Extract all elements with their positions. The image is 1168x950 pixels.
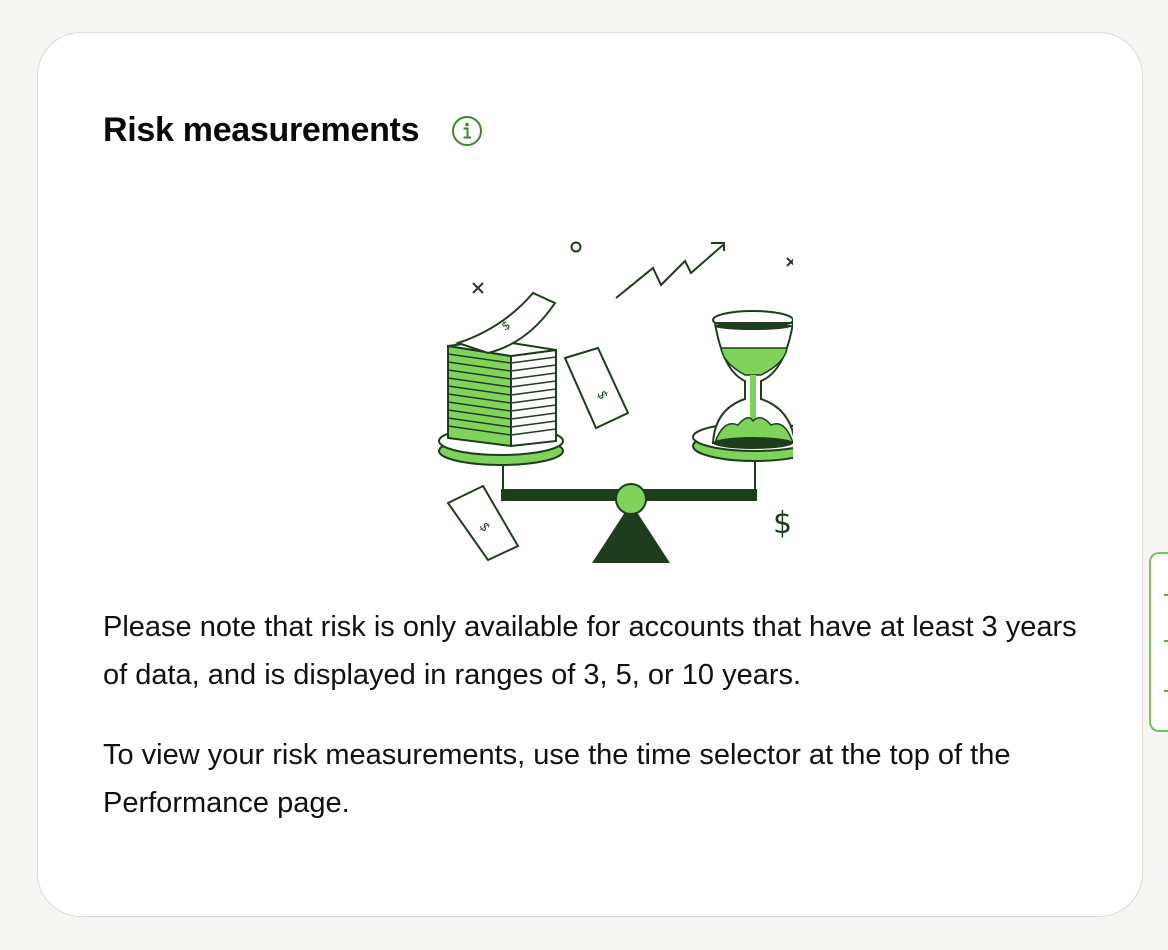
flying-bill-right: $ <box>563 346 630 430</box>
risk-instructions-note: To view your risk measurements, use the … <box>103 739 1011 819</box>
money-stack: $ <box>447 291 557 448</box>
balance-scale-illustration: $ $ $ $ <box>438 241 793 563</box>
trend-arrow-icon <box>615 242 725 299</box>
risk-measurements-card: Risk measurements $ $ $ $ Please note th… <box>37 32 1143 917</box>
card-title: Risk measurements <box>103 111 420 149</box>
feedback-tab-icon[interactable] <box>1149 552 1168 732</box>
hourglass-icon <box>711 310 793 449</box>
info-icon[interactable] <box>451 115 483 147</box>
scale-stand <box>501 458 757 563</box>
risk-availability-note: Please note that risk is only available … <box>103 611 1077 691</box>
dollar-sign-icon: $ <box>773 506 792 541</box>
card-header: Risk measurements <box>103 111 483 150</box>
